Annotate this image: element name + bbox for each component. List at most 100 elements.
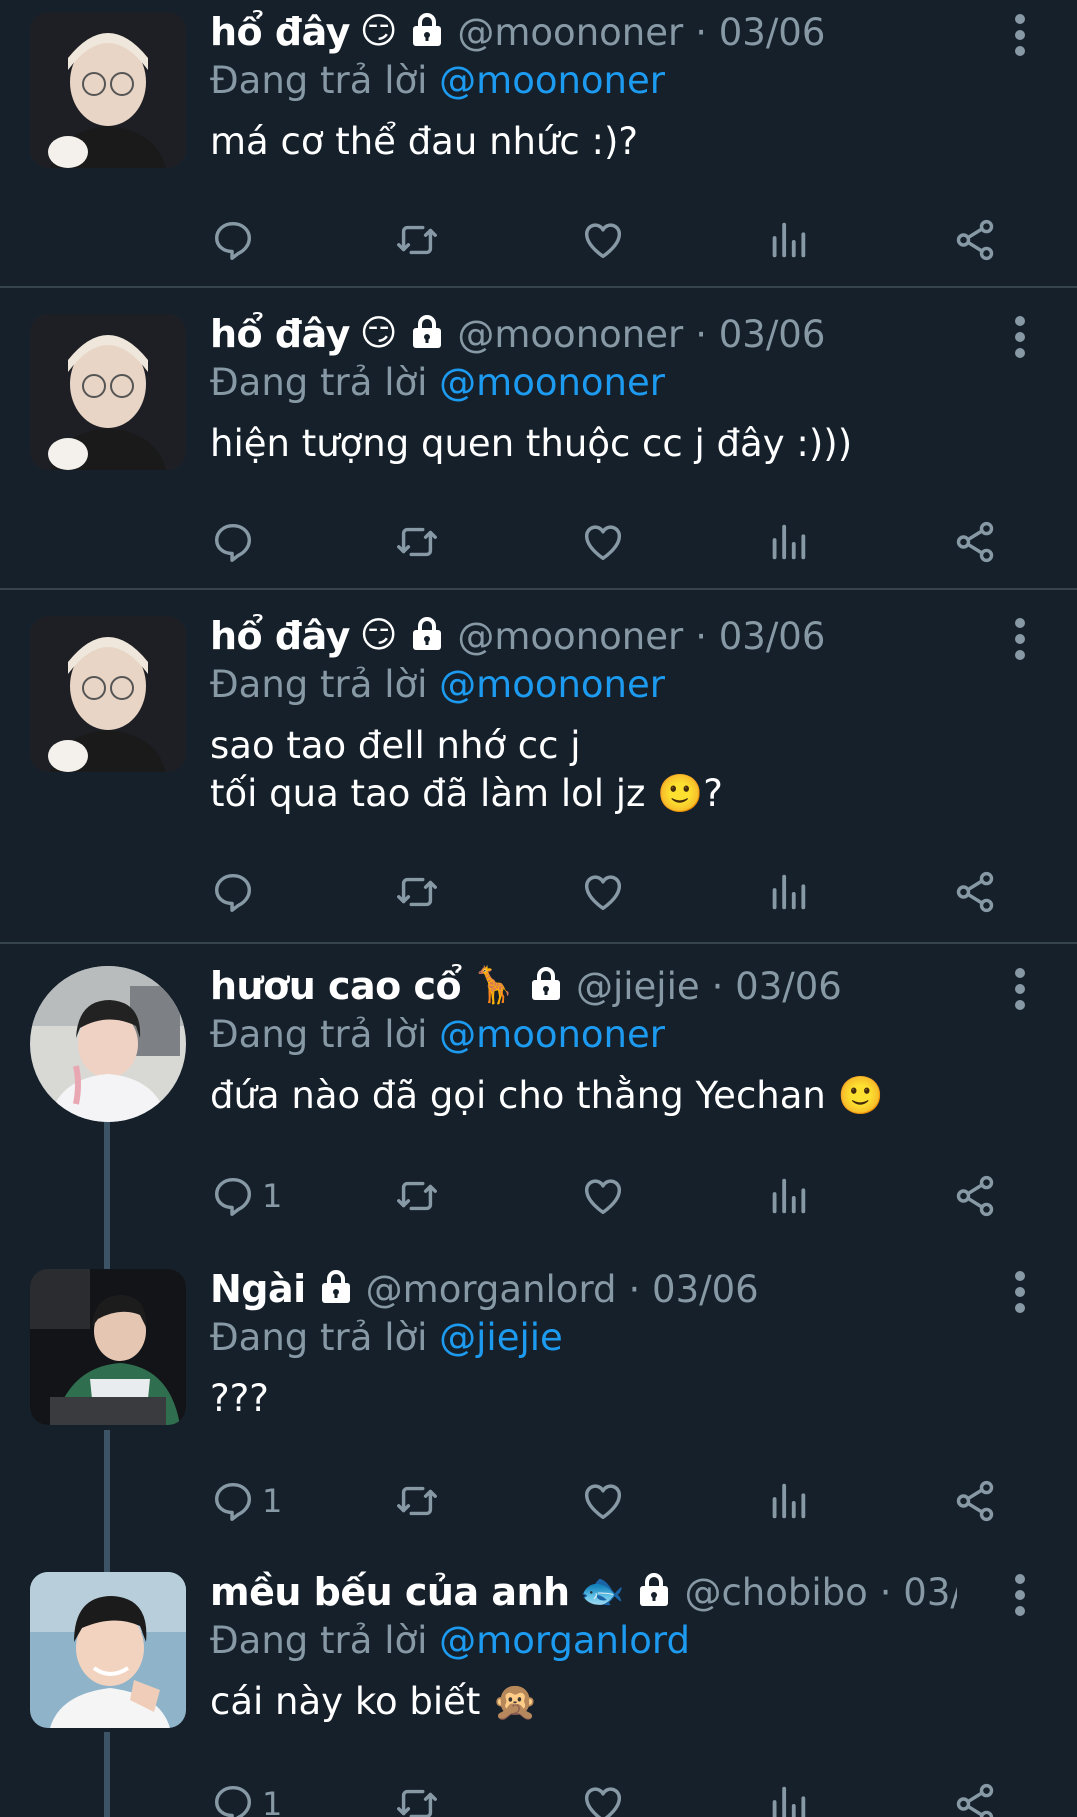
avatar[interactable] [30, 12, 186, 168]
reply-icon [214, 523, 252, 562]
share-button[interactable] [952, 512, 998, 572]
avatar[interactable] [30, 1572, 186, 1728]
author-name[interactable]: hươu cao cổ [210, 964, 462, 1008]
reply-icon [214, 873, 252, 912]
retweet-button[interactable] [394, 1166, 440, 1226]
mention-link[interactable]: @moononer [439, 1013, 665, 1056]
tweet[interactable]: hổ đây 😏 @moononer · 03/06 Đang trả lời … [0, 302, 1077, 588]
author-name[interactable]: hổ đây [210, 10, 350, 54]
avatar[interactable] [30, 966, 186, 1122]
mention-link[interactable]: @moononer [439, 361, 665, 404]
retweet-button[interactable] [394, 1471, 440, 1531]
mention-link[interactable]: @jiejie [439, 1316, 563, 1359]
replying-to: Đang trả lời @moononer [210, 660, 957, 710]
share-icon [956, 219, 994, 261]
retweet-icon [397, 1789, 437, 1817]
tweet[interactable]: hổ đây 😏 @moononer · 03/06 Đang trả lời … [0, 0, 1077, 286]
retweet-icon [397, 1181, 437, 1211]
reply-button[interactable]: 1 [210, 1774, 282, 1817]
reply-button[interactable] [210, 512, 262, 572]
share-button[interactable] [952, 1471, 998, 1531]
share-icon [956, 871, 994, 913]
tweet-header: hổ đây 😏 @moononer · 03/06 [210, 612, 957, 660]
mention-link[interactable]: @moononer [439, 663, 665, 706]
like-button[interactable] [580, 862, 626, 922]
mention-link[interactable]: @moononer [439, 59, 665, 102]
author-handle[interactable]: @chobibo [684, 1571, 867, 1614]
author-handle[interactable]: @moononer [457, 313, 683, 356]
reply-button[interactable] [210, 210, 262, 270]
tweet[interactable]: hổ đây 😏 @moononer · 03/06 Đang trả lời … [0, 604, 1077, 942]
views-button[interactable] [765, 1166, 811, 1226]
author-name[interactable]: hổ đây [210, 614, 350, 658]
tweet-actions: 1 [210, 1471, 1010, 1531]
views-button[interactable] [765, 210, 811, 270]
retweet-button[interactable] [394, 1774, 440, 1817]
author-name[interactable]: Ngài [210, 1267, 306, 1311]
retweet-button[interactable] [394, 210, 440, 270]
share-icon [956, 1480, 994, 1522]
more-options-icon[interactable] [1013, 14, 1027, 58]
replying-to: Đang trả lời @morganlord [210, 1616, 957, 1666]
author-handle[interactable]: @moononer [457, 11, 683, 54]
tweet-header: Ngài @morganlord · 03/06 [210, 1265, 957, 1313]
tweet-header: hổ đây 😏 @moononer · 03/06 [210, 8, 957, 56]
like-button[interactable] [580, 512, 626, 572]
retweet-button[interactable] [394, 512, 440, 572]
tweet-content: hươu cao cổ 🦒 @jiejie · 03/06 Đang trả l… [210, 962, 957, 1120]
like-button[interactable] [580, 210, 626, 270]
author-name[interactable]: hổ đây [210, 312, 350, 356]
tweet-text: ??? [210, 1377, 269, 1420]
views-button[interactable] [765, 1471, 811, 1531]
tweet-actions [210, 512, 1010, 572]
like-button[interactable] [580, 1774, 626, 1817]
tweet-text: sao tao đell nhớ cc j tối qua tao đã làm… [210, 724, 723, 815]
more-options-icon[interactable] [1013, 316, 1027, 360]
tweet-header: hổ đây 😏 @moononer · 03/06 [210, 310, 957, 358]
mention-link[interactable]: @morganlord [439, 1619, 690, 1662]
like-button[interactable] [580, 1166, 626, 1226]
replying-to: Đang trả lời @moononer [210, 1010, 957, 1060]
views-button[interactable] [765, 512, 811, 572]
share-button[interactable] [952, 210, 998, 270]
lock-icon [636, 1572, 672, 1612]
more-options-icon[interactable] [1013, 1574, 1027, 1618]
author-name[interactable]: mều bếu của anh [210, 1570, 570, 1614]
like-button[interactable] [580, 1471, 626, 1531]
tweet[interactable]: hươu cao cổ 🦒 @jiejie · 03/06 Đang trả l… [0, 954, 1077, 1254]
reply-button[interactable]: 1 [210, 1166, 282, 1226]
avatar[interactable] [30, 616, 186, 772]
author-handle[interactable]: @moononer [457, 615, 683, 658]
tweet-text: hiện tượng quen thuộc cc j đây :))) [210, 422, 853, 465]
tweet[interactable]: mều bếu của anh 🐟 @chobibo · 03/... Đang… [0, 1560, 1077, 1817]
author-emoji: 😏 [359, 615, 398, 656]
views-button[interactable] [765, 1774, 811, 1817]
replying-to: Đang trả lời @jiejie [210, 1313, 957, 1363]
avatar[interactable] [30, 314, 186, 470]
share-icon [956, 1175, 994, 1217]
more-options-icon[interactable] [1013, 618, 1027, 662]
author-emoji: 🦒 [471, 965, 516, 1006]
reply-button[interactable]: 1 [210, 1471, 282, 1531]
reply-button[interactable] [210, 862, 262, 922]
views-icon [772, 874, 806, 910]
share-button[interactable] [952, 1774, 998, 1817]
more-options-icon[interactable] [1013, 1271, 1027, 1315]
tweet[interactable]: Ngài @morganlord · 03/06 Đang trả lời @j… [0, 1257, 1077, 1557]
retweet-button[interactable] [394, 862, 440, 922]
divider [0, 286, 1077, 288]
like-icon [584, 223, 622, 259]
tweet-feed: hổ đây 😏 @moononer · 03/06 Đang trả lời … [0, 0, 1077, 1817]
share-button[interactable] [952, 862, 998, 922]
author-handle[interactable]: @jiejie [576, 965, 700, 1008]
author-handle[interactable]: @morganlord [366, 1268, 617, 1311]
author-emoji: 😏 [359, 313, 398, 354]
share-button[interactable] [952, 1166, 998, 1226]
views-button[interactable] [765, 862, 811, 922]
lock-icon [409, 12, 445, 52]
avatar[interactable] [30, 1269, 186, 1425]
more-options-icon[interactable] [1013, 968, 1027, 1012]
replying-to: Đang trả lời @moononer [210, 56, 957, 106]
lock-icon [528, 966, 564, 1006]
reply-count: 1 [262, 1482, 283, 1520]
